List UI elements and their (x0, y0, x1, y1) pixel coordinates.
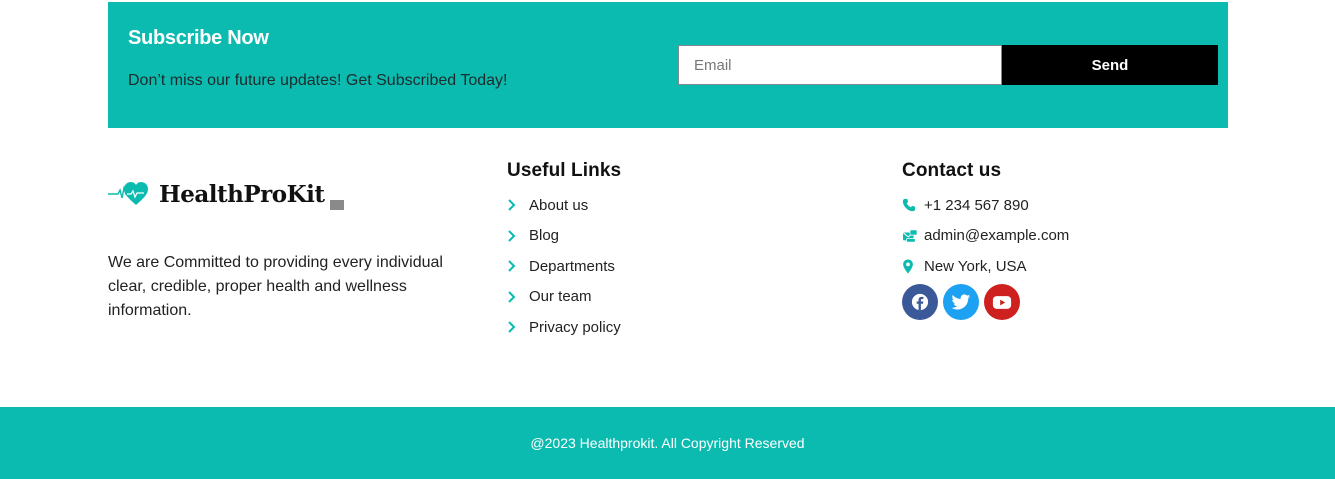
link-privacy-policy[interactable]: Privacy policy (507, 312, 621, 343)
heart-pulse-icon (108, 182, 148, 205)
link-label: Departments (529, 257, 615, 275)
location-text: New York, USA (924, 257, 1027, 275)
link-label: Blog (529, 227, 560, 245)
chevron-right-icon (507, 321, 529, 333)
contact-email[interactable]: admin@example.com (902, 221, 1069, 252)
email-input[interactable] (678, 45, 1002, 85)
chevron-right-icon (507, 199, 529, 211)
logo-corner-mark (330, 200, 344, 210)
link-label: Privacy policy (529, 318, 621, 336)
useful-links-list: About us Blog Departments Our team Priva… (507, 190, 621, 343)
copyright-text: @2023 Healthprokit. All Copyright Reserv… (530, 435, 805, 451)
link-label: Our team (529, 288, 592, 306)
social-links (902, 284, 1020, 320)
chevron-right-icon (507, 260, 529, 272)
youtube-button[interactable] (984, 284, 1020, 320)
mail-icon (902, 229, 924, 243)
contact-phone[interactable]: +1 234 567 890 (902, 190, 1069, 221)
twitter-icon (951, 293, 971, 309)
brand-logo[interactable]: HealthProKit (108, 170, 348, 214)
facebook-button[interactable] (902, 284, 938, 320)
copyright-bar: @2023 Healthprokit. All Copyright Reserv… (0, 407, 1335, 479)
email-address: admin@example.com (924, 227, 1070, 245)
contact-list: +1 234 567 890 admin@example.com New Yor… (902, 190, 1069, 282)
send-button[interactable]: Send (1002, 45, 1218, 85)
map-pin-icon (902, 259, 924, 274)
about-text: We are Committed to providing every indi… (108, 254, 443, 319)
link-departments[interactable]: Departments (507, 251, 621, 282)
link-about-us[interactable]: About us (507, 190, 621, 221)
facebook-icon (911, 293, 929, 311)
chevron-right-icon (507, 291, 529, 303)
subscribe-section: Subscribe Now Don’t miss our future upda… (108, 2, 1228, 128)
useful-links-heading: Useful Links (507, 160, 622, 181)
contact-heading: Contact us (902, 160, 1002, 181)
youtube-icon (992, 295, 1012, 309)
phone-number: +1 234 567 890 (924, 196, 1029, 214)
brand-name: HealthProKit (159, 181, 325, 208)
link-blog[interactable]: Blog (507, 221, 621, 252)
link-our-team[interactable]: Our team (507, 282, 621, 313)
subscribe-title: Subscribe Now (128, 27, 269, 49)
contact-location[interactable]: New York, USA (902, 251, 1069, 282)
phone-icon (902, 198, 924, 212)
link-label: About us (529, 196, 589, 214)
subscribe-description: Don’t miss our future updates! Get Subsc… (128, 72, 508, 89)
twitter-button[interactable] (943, 284, 979, 320)
chevron-right-icon (507, 230, 529, 242)
